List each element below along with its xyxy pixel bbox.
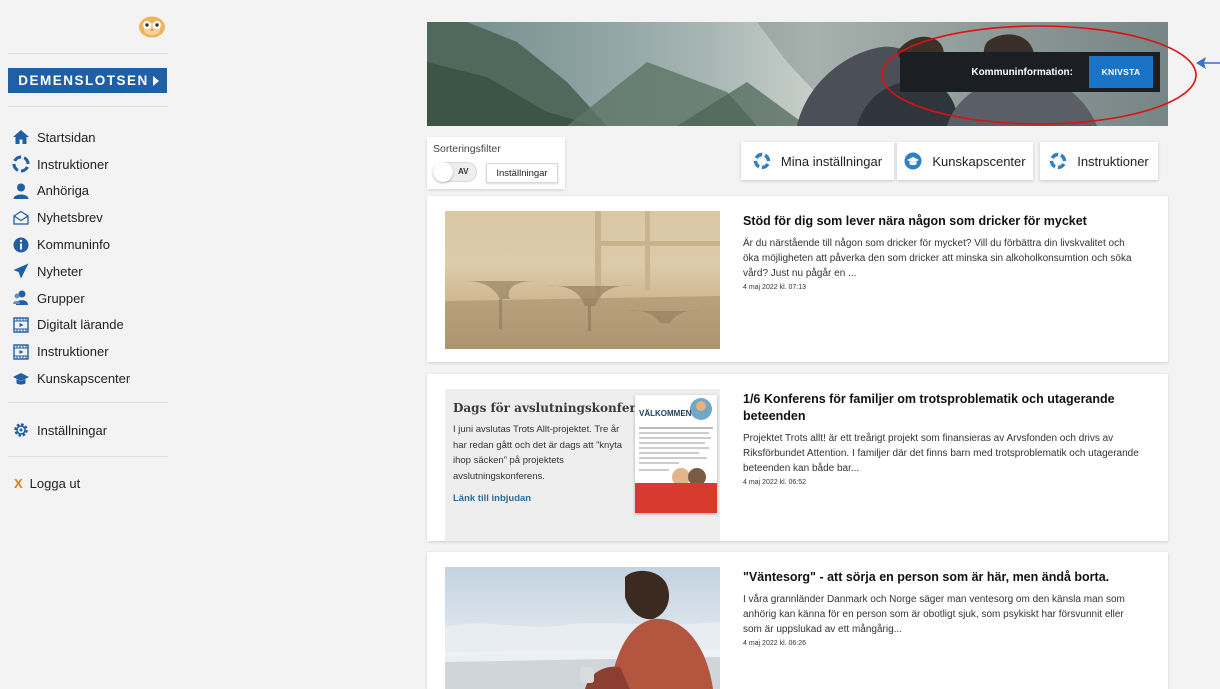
gear-icon (14, 423, 28, 437)
group-icon (13, 290, 28, 306)
paper-plane-icon (13, 263, 29, 279)
invitation-poster: VÄLKOMMEN (635, 395, 717, 513)
sidebar-item-label: Digitalt lärande (37, 317, 124, 333)
sidebar-item-kunskapscenter[interactable]: Kunskapscenter (12, 365, 172, 392)
mina-installningar-button[interactable]: Mina inställningar (741, 142, 894, 180)
person-icon (13, 183, 29, 199)
film-icon (13, 344, 29, 360)
sidebar-item-startsidan[interactable]: Startsidan (12, 124, 172, 151)
glasses-shadow-photo (445, 211, 720, 349)
sidebar-item-instruktioner-2[interactable]: Instruktioner (12, 338, 172, 365)
article-date: 4 maj 2022 kl. 07:13 (743, 284, 807, 291)
article-title[interactable]: "Väntesorg" - att sörja en person som är… (743, 569, 1143, 586)
article-excerpt: Är du närstående till någon som dricker … (743, 238, 1132, 279)
info-icon (13, 237, 29, 253)
article-excerpt: Projektet Trots allt! är ett treårigt pr… (743, 433, 1139, 474)
article-title[interactable]: Stöd för dig som lever nära någon som dr… (743, 213, 1143, 230)
flyer-link[interactable]: Länk till inbjudan (453, 493, 531, 504)
sidebar-item-grupper[interactable]: Grupper (12, 285, 172, 312)
sidebar-item-instruktioner[interactable]: Instruktioner (12, 151, 172, 178)
lifebuoy-icon (753, 152, 771, 170)
sidebar-item-label: Startsidan (37, 129, 96, 145)
article-date: 4 maj 2022 kl. 06:26 (743, 640, 807, 647)
poster-heading: VÄLKOMMEN (639, 409, 692, 418)
sidebar: DEMENSLOTSEN Startsidan Instruktioner An… (0, 0, 178, 689)
sidebar-item-label: Anhöriga (37, 183, 90, 199)
graduation-cap-icon (13, 372, 29, 385)
kunskapscenter-button[interactable]: Kunskapscenter (897, 142, 1033, 180)
sidebar-item-label: Nyhetsbrev (37, 210, 103, 226)
button-label: Instruktioner (1077, 153, 1149, 169)
sidebar-item-label: Nyheter (37, 263, 83, 279)
divider (8, 53, 168, 54)
woman-sky-photo (445, 570, 720, 689)
instruktioner-button[interactable]: Instruktioner (1040, 142, 1158, 180)
divider (8, 402, 168, 403)
sidebar-item-nyhetsbrev[interactable]: Nyhetsbrev (12, 204, 172, 231)
divider (8, 456, 168, 457)
sort-filter-title: Sorteringsfilter (433, 143, 501, 155)
owl-logo-icon[interactable] (138, 14, 166, 38)
sidebar-item-installningar[interactable]: Inställningar (12, 418, 107, 442)
sidebar-item-label: Instruktioner (37, 344, 109, 360)
sort-filter-panel: Sorteringsfilter AV Inställningar (427, 137, 565, 189)
article-thumbnail[interactable] (445, 211, 720, 349)
filter-settings-button[interactable]: Inställningar (486, 163, 558, 183)
lifebuoy-icon (12, 155, 30, 173)
article-thumbnail[interactable] (445, 567, 720, 689)
article-date: 4 maj 2022 kl. 06:52 (743, 479, 807, 486)
film-icon (13, 317, 29, 333)
logout-link[interactable]: X Logga ut (14, 473, 80, 493)
article-text: "Väntesorg" - att sörja en person som är… (743, 567, 1143, 647)
button-label: Kunskapscenter (932, 153, 1026, 169)
home-icon (13, 130, 29, 145)
sidebar-item-digitalt-larande[interactable]: Digitalt lärande (12, 312, 172, 339)
news-card[interactable]: "Väntesorg" - att sörja en person som är… (427, 552, 1168, 689)
button-label: Mina inställningar (780, 153, 883, 169)
annotation-arrow-icon (1196, 57, 1220, 69)
demenslotsen-button[interactable]: DEMENSLOTSEN (8, 68, 167, 93)
news-card[interactable]: Stöd för dig som lever nära någon som dr… (427, 196, 1168, 362)
toggle-label: AV (458, 167, 469, 176)
sidebar-item-label: Kommuninfo (37, 237, 110, 253)
logout-x-icon: X (14, 475, 23, 491)
sidebar-item-label: Instruktioner (37, 156, 109, 172)
envelope-icon (13, 210, 29, 225)
flyer-title: Dags för avslutningskonferens (453, 401, 659, 415)
annotation-red-ellipse (881, 25, 1197, 125)
logout-label: Logga ut (29, 475, 81, 491)
sidebar-item-anhoriga[interactable]: Anhöriga (12, 178, 172, 205)
news-card[interactable]: Dags för avslutningskonferens I juni avs… (427, 374, 1168, 541)
caret-right-icon (153, 76, 159, 86)
sidebar-nav: Startsidan Instruktioner Anhöriga Nyhets… (12, 124, 172, 392)
toggle-knob (433, 162, 453, 182)
graduation-cap-icon (904, 152, 922, 170)
article-excerpt: I våra grannländer Danmark och Norge säg… (743, 594, 1125, 635)
article-title[interactable]: 1/6 Konferens för familjer om trotsprobl… (743, 391, 1143, 425)
sidebar-item-nyheter[interactable]: Nyheter (12, 258, 172, 285)
divider (8, 106, 168, 107)
sidebar-item-kommuninfo[interactable]: Kommuninfo (12, 231, 172, 258)
article-thumbnail[interactable]: Dags för avslutningskonferens I juni avs… (445, 389, 720, 541)
demenslotsen-button-label: DEMENSLOTSEN (18, 73, 149, 88)
flyer-text: I juni avslutas Trots Allt-projektet. Tr… (453, 424, 622, 482)
lifebuoy-icon (1050, 152, 1067, 170)
sidebar-item-label: Grupper (37, 290, 85, 306)
article-text: Stöd för dig som lever nära någon som dr… (743, 211, 1143, 291)
sidebar-item-label: Inställningar (37, 422, 108, 438)
sidebar-item-label: Kunskapscenter (37, 371, 131, 387)
sort-filter-toggle[interactable]: AV (433, 162, 477, 182)
article-text: 1/6 Konferens för familjer om trotsprobl… (743, 389, 1143, 486)
poster-footer (635, 483, 717, 513)
